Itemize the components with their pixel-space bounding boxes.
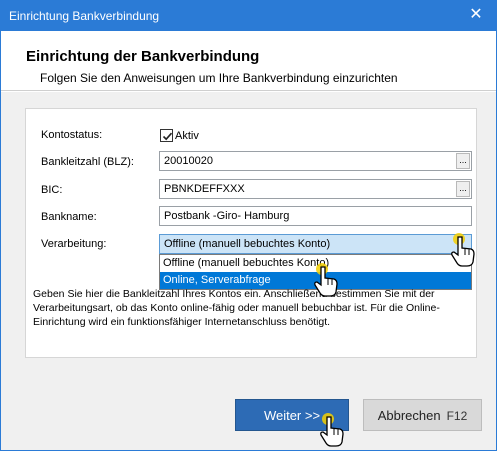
title-bar: Einrichtung Bankverbindung ✕	[1, 1, 496, 31]
verarbeitung-label: Verarbeitung:	[41, 238, 107, 250]
blz-label: Bankleitzahl (BLZ):	[41, 156, 134, 168]
window-title: Einrichtung Bankverbindung	[9, 9, 160, 23]
active-checkbox[interactable]	[160, 129, 173, 142]
status-label: Kontostatus:	[41, 129, 103, 141]
blz-lookup-button[interactable]: ...	[456, 153, 470, 169]
blz-value: 20010020	[164, 155, 213, 167]
bankname-label: Bankname:	[41, 211, 97, 223]
hand-pointer-icon	[451, 233, 475, 267]
bic-value: PBNKDEFFXXX	[164, 183, 245, 195]
cancel-button[interactable]: Abbrechen F12	[363, 399, 482, 431]
next-button-label: Weiter >>	[263, 408, 321, 423]
bic-label: BIC:	[41, 184, 63, 196]
active-checkbox-label: Aktiv	[175, 130, 199, 142]
dialog-window: Einrichtung Bankverbindung ✕ Einrichtung…	[0, 0, 497, 451]
hand-pointer-icon	[314, 263, 338, 297]
hand-pointer-icon	[320, 413, 344, 447]
content-area: Kontostatus: Aktiv Bankleitzahl (BLZ): 2…	[1, 92, 496, 382]
bankname-value: Postbank -Giro- Hamburg	[164, 210, 290, 222]
bic-input[interactable]: PBNKDEFFXXX ...	[159, 179, 472, 199]
bankname-input[interactable]: Postbank -Giro- Hamburg	[159, 206, 472, 226]
bic-lookup-button[interactable]: ...	[456, 181, 470, 197]
page-subtitle: Folgen Sie den Anweisungen um Ihre Bankv…	[40, 71, 398, 85]
cancel-shortcut-hint: F12	[446, 409, 468, 423]
dialog-header: Einrichtung der Bankverbindung Folgen Si…	[1, 31, 496, 91]
button-bar: Weiter >> Abbrechen F12	[1, 382, 496, 450]
page-title: Einrichtung der Bankverbindung	[26, 48, 260, 65]
blz-input[interactable]: 20010020 ...	[159, 151, 472, 171]
verarbeitung-selected-value: Offline (manuell bebuchtes Konto)	[164, 238, 331, 250]
close-icon[interactable]: ✕	[468, 7, 484, 23]
help-text: Geben Sie hier die Bankleitzahl Ihres Ko…	[33, 288, 440, 328]
checkmark-icon	[162, 132, 173, 141]
verarbeitung-select[interactable]: Offline (manuell bebuchtes Konto)	[159, 234, 472, 254]
cancel-button-label: Abbrechen	[377, 408, 441, 423]
